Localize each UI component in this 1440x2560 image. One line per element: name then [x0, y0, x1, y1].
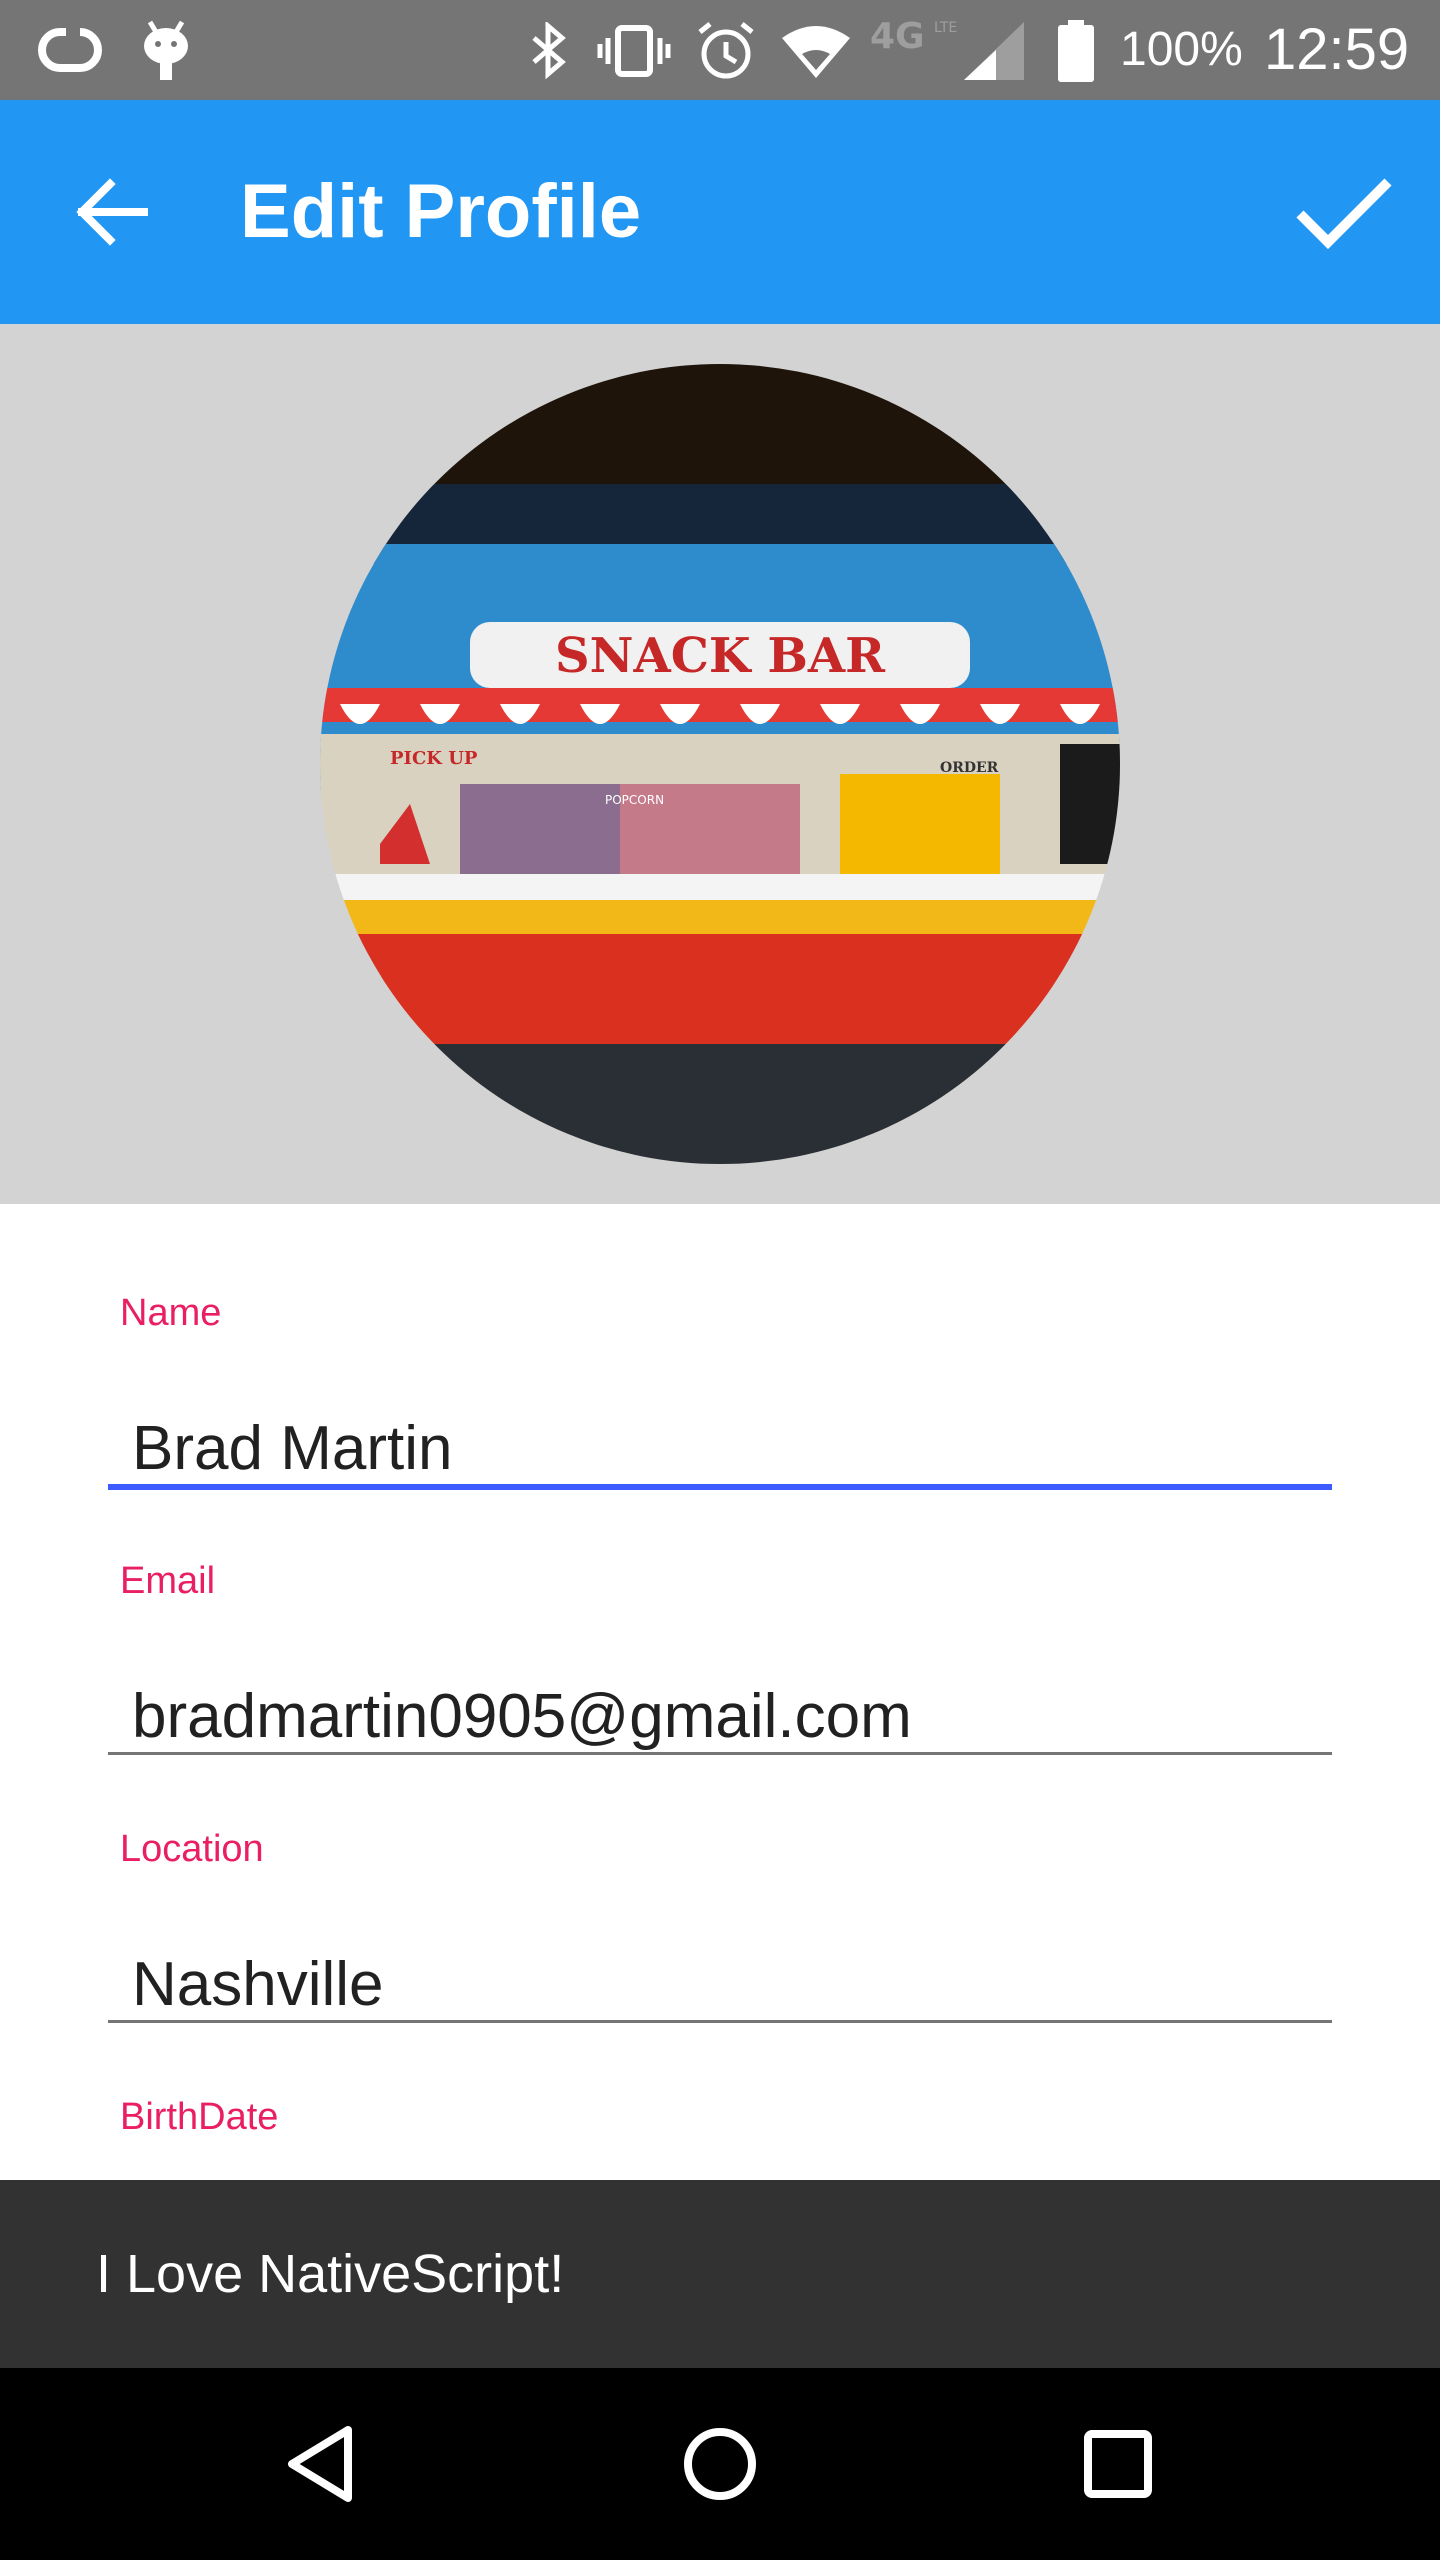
location-underline — [108, 2020, 1332, 2023]
order-text: ORDER — [940, 760, 999, 776]
nav-home-icon — [684, 2428, 756, 2500]
check-icon — [1296, 178, 1392, 250]
location-field[interactable] — [108, 1934, 1332, 2034]
nav-back-button[interactable] — [262, 2404, 382, 2524]
location-label: Location — [120, 1828, 264, 1870]
wifi-icon — [782, 26, 850, 78]
popcorn-text: POPCORN — [605, 793, 664, 807]
back-button[interactable] — [52, 152, 172, 272]
snack-bar-sign: SNACK BAR — [555, 628, 886, 684]
sync-icon — [38, 28, 102, 72]
battery-percent: 100% — [1120, 23, 1243, 76]
cell-signal-icon — [964, 22, 1024, 80]
status-bar: 4G LTE 100% 12:59 — [0, 0, 1440, 100]
photo-area: SNACK BAR PICK UP POPCORN ORDER — [0, 324, 1440, 1204]
snackbar-message: I Love NativeScript! — [96, 2244, 565, 2304]
nav-back-icon — [288, 2426, 352, 2502]
lte-icon: 4G LTE — [870, 16, 957, 56]
android-debug-icon — [144, 20, 188, 80]
battery-icon — [1058, 20, 1094, 82]
profile-photo[interactable]: SNACK BAR PICK UP POPCORN ORDER — [320, 364, 1120, 1164]
navigation-bar — [0, 2368, 1440, 2560]
vibrate-icon — [597, 25, 671, 77]
alarm-icon — [698, 22, 754, 79]
nav-recents-button[interactable] — [1058, 2404, 1178, 2524]
nav-recents-icon — [1084, 2430, 1152, 2498]
app-bar: Edit Profile — [0, 100, 1440, 324]
snackbar: I Love NativeScript! — [0, 2180, 1440, 2368]
bluetooth-icon — [532, 22, 566, 80]
svg-text:LTE: LTE — [934, 20, 957, 36]
arrow-back-icon — [76, 178, 148, 246]
pickup-text: PICK UP — [390, 748, 478, 769]
email-underline — [108, 1752, 1332, 1755]
clock: 12:59 — [1264, 17, 1410, 82]
name-field[interactable] — [108, 1398, 1332, 1498]
save-button[interactable] — [1280, 148, 1408, 276]
svg-text:4G: 4G — [870, 16, 925, 56]
name-underline — [108, 1484, 1332, 1490]
profile-form: Name Email Location BirthDate — [0, 1204, 1440, 2180]
name-label: Name — [120, 1292, 222, 1334]
profile-photo-image: SNACK BAR PICK UP POPCORN ORDER — [320, 364, 1120, 1164]
birthdate-label: BirthDate — [120, 2096, 279, 2138]
nav-home-button[interactable] — [660, 2404, 780, 2524]
email-label: Email — [120, 1560, 216, 1602]
email-field[interactable] — [108, 1666, 1332, 1766]
page-title: Edit Profile — [240, 169, 642, 254]
